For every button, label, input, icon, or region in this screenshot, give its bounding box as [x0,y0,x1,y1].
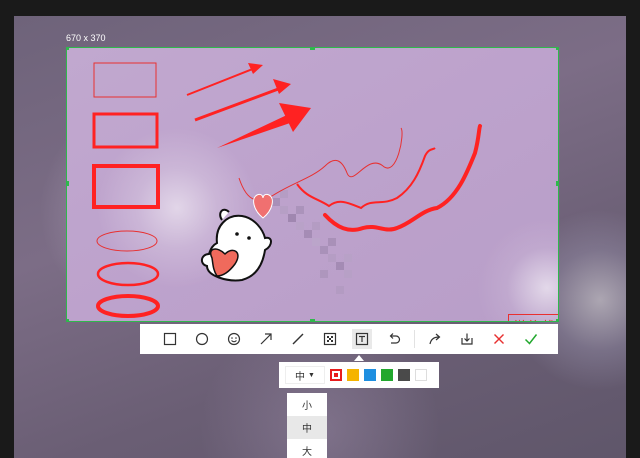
color-swatch-green[interactable] [381,369,393,381]
arrow-annotation-thick [217,103,311,148]
dog-sticker-annotation [201,208,272,282]
ellipse-annotation-thick [96,294,160,318]
font-size-option-small[interactable]: 小 [287,393,327,416]
ellipse-annotation-thin [96,230,158,252]
circle-icon [195,332,209,346]
color-swatch-red[interactable] [330,369,342,381]
cancel-tool-button[interactable] [483,324,515,354]
toolbar-divider [414,330,415,348]
annotation-layer [92,62,482,318]
screenshot-toolbar [140,324,558,354]
screen-edge-top [0,0,640,16]
resize-handle-bottom[interactable] [310,319,315,321]
font-size-option-large[interactable]: 大 [287,439,327,458]
color-swatch-gray[interactable] [398,369,410,381]
arrow-tool-button[interactable] [250,324,282,354]
line-tool-button[interactable] [282,324,314,354]
pen-annotation-thick [323,124,482,232]
color-swatch-blue[interactable] [364,369,376,381]
text-annotation[interactable]: 微信截图 [508,314,558,321]
pen-annotation-medium [296,147,436,210]
text-tool-button[interactable] [346,324,378,354]
resize-handle-bottom-left[interactable] [67,319,69,321]
text-options-pointer [354,355,364,361]
font-size-dropdown: 小 中 大 [287,393,327,458]
pen-annotation-thin [238,127,403,201]
rectangle-icon [163,332,177,346]
arrow-icon [260,333,272,345]
capture-region[interactable]: 微信截图 [66,47,559,322]
chevron-down-icon: ▼ [308,371,315,379]
rect-annotation-thick [92,164,160,209]
rectangle-tool-button[interactable] [154,324,186,354]
share-tool-button[interactable] [419,324,451,354]
ellipse-tool-button[interactable] [186,324,218,354]
resize-handle-top-right[interactable] [556,48,558,50]
font-size-select[interactable]: 中 ▼ [285,366,325,384]
undo-tool-button[interactable] [378,324,410,354]
screen-edge-left [0,0,14,458]
resize-handle-right[interactable] [556,181,558,186]
heart-emoji-annotation [253,193,273,219]
capture-size-label: 670 x 370 [66,33,106,43]
rect-annotation-medium [92,112,159,149]
font-size-option-medium[interactable]: 中 [287,416,327,439]
color-swatch-yellow[interactable] [347,369,359,381]
line-icon [292,333,304,345]
color-swatch-white[interactable] [415,369,427,381]
undo-icon [389,333,401,344]
save-tool-button[interactable] [451,324,483,354]
mosaic-icon [323,332,337,346]
close-icon [494,334,504,344]
confirm-tool-button[interactable] [515,324,547,354]
smiley-icon [227,332,241,346]
share-icon [429,333,441,345]
arrow-annotation-thin [186,63,263,96]
check-icon [524,334,538,345]
download-icon [461,333,473,345]
mosaic-tool-button[interactable] [314,324,346,354]
screen-edge-right [626,0,640,458]
text-icon [352,329,372,349]
resize-handle-top[interactable] [310,48,315,50]
resize-handle-bottom-right[interactable] [556,319,558,321]
resize-handle-top-left[interactable] [67,48,69,50]
mosaic-annotation [272,190,352,294]
emoji-tool-button[interactable] [218,324,250,354]
resize-handle-left[interactable] [67,181,69,186]
ellipse-annotation-medium [96,261,160,287]
text-options-bar: 中 ▼ [279,362,439,388]
font-size-value: 中 [295,371,306,383]
rect-annotation-thin [93,62,157,98]
